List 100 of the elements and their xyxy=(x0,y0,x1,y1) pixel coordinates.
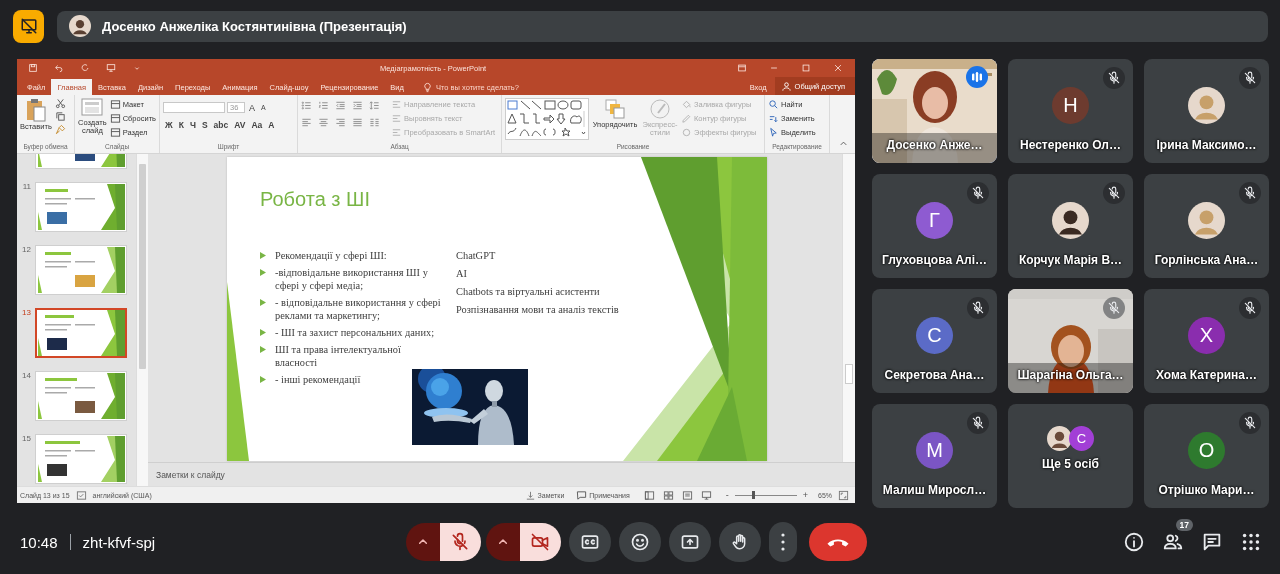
align-center-icon xyxy=(318,117,329,128)
spell-check-icon xyxy=(75,489,87,501)
participant-tile[interactable]: Корчук Марія В… xyxy=(1008,174,1133,278)
font-name-field[interactable] xyxy=(163,102,225,113)
comment-icon xyxy=(576,489,588,501)
pencil-icon xyxy=(681,112,692,124)
format-brush-icon xyxy=(54,124,66,135)
format-button[interactable]: Ж xyxy=(163,118,175,131)
slide-number: 13 xyxy=(21,308,31,319)
close-icon[interactable] xyxy=(833,63,843,73)
cursor-icon xyxy=(768,126,779,138)
zoom-in-button[interactable]: + xyxy=(802,490,808,500)
grow-font-button[interactable]: A xyxy=(247,101,257,114)
person-icon xyxy=(780,80,792,92)
meeting-details-button[interactable] xyxy=(1123,531,1145,553)
scrollbar[interactable] xyxy=(842,154,855,462)
present-button[interactable] xyxy=(668,522,711,562)
smartart-icon xyxy=(391,126,402,138)
justify-icon xyxy=(352,117,363,128)
participant-name: Глуховцова Алі… xyxy=(881,253,988,269)
slide-bullet: ШІ та права інтелектуальної власності xyxy=(275,343,402,369)
copy-icon xyxy=(54,111,66,122)
slide-text: AI xyxy=(456,267,467,280)
captions-button[interactable] xyxy=(568,522,611,562)
slide-bullet: - інші рекомендації xyxy=(275,373,362,386)
format-button[interactable]: К xyxy=(176,118,186,131)
participant-tile[interactable]: Х Хома Катерина… xyxy=(1144,289,1269,393)
microphone-button[interactable] xyxy=(439,523,481,561)
participant-tile[interactable]: Досенко Анже… xyxy=(872,59,997,163)
format-button[interactable]: abc xyxy=(211,118,231,131)
clock-time: 10:48 xyxy=(20,533,58,551)
participant-name: Корчук Марія В… xyxy=(1018,253,1123,269)
zoom-slider-thumb[interactable] xyxy=(751,491,755,499)
stop-presenting-button[interactable] xyxy=(13,9,44,43)
avatar: О xyxy=(1188,432,1225,469)
participant-name: Отрішко Мари… xyxy=(1158,483,1255,499)
participant-tile[interactable]: Ірина Максимо… xyxy=(1144,59,1269,163)
new-slide-icon xyxy=(81,98,104,118)
participant-tile[interactable]: Горлінська Ана… xyxy=(1144,174,1269,278)
bullet-arrow-icon xyxy=(260,269,266,276)
leave-call-button[interactable] xyxy=(808,523,867,561)
clipboard-icon xyxy=(24,98,47,122)
format-button[interactable]: Aa xyxy=(249,118,265,131)
reactions-button[interactable] xyxy=(618,522,661,562)
format-button[interactable]: A xyxy=(266,118,277,131)
participant-name: Досенко Анже… xyxy=(886,138,983,154)
layout-icon xyxy=(109,98,121,110)
slide-number: 12 xyxy=(21,245,31,256)
slide-bullet: -відповідальне використання ШІ у сфері у сфері медіа; xyxy=(275,266,429,292)
participant-tile[interactable]: М Малиш Миросл… xyxy=(872,404,997,508)
bullet-arrow-icon xyxy=(260,376,266,383)
avatar xyxy=(1047,426,1072,451)
search-icon xyxy=(768,98,779,110)
avatar xyxy=(1052,202,1089,239)
indent-icon xyxy=(352,100,363,111)
zoom-out-button[interactable]: - xyxy=(725,490,729,500)
save-icon[interactable] xyxy=(28,63,38,73)
slide-bullet: Рекомендації у сфері ШІ: xyxy=(275,249,388,262)
outdent-icon xyxy=(335,100,346,111)
scrollbar[interactable] xyxy=(136,154,148,486)
participant-count-badge: 17 xyxy=(1175,519,1193,531)
slideshow-view-icon xyxy=(700,489,712,501)
participant-name: Малиш Миросл… xyxy=(882,483,987,499)
columns-icon xyxy=(369,117,380,128)
participant-tile[interactable]: Н Нестеренко Ол… xyxy=(1008,59,1133,163)
participant-tile[interactable]: С Секретова Ана… xyxy=(872,289,997,393)
chat-button[interactable] xyxy=(1201,531,1223,553)
slide-thumbnail[interactable] xyxy=(35,308,127,358)
more-participants-tile[interactable]: С Ще 5 осіб xyxy=(1008,404,1133,508)
info-icon xyxy=(1123,531,1145,553)
camera-off-icon xyxy=(530,532,550,552)
zoom-slider[interactable] xyxy=(734,491,797,499)
camera-button[interactable] xyxy=(519,523,561,561)
raise-hand-button[interactable] xyxy=(718,522,761,562)
participant-tile[interactable]: Г Глуховцова Алі… xyxy=(872,174,997,278)
maximize-icon[interactable] xyxy=(801,63,811,73)
notes-field[interactable]: Заметки к слайду xyxy=(156,469,456,480)
bullet-arrow-icon xyxy=(260,329,266,336)
avatar: С xyxy=(1069,426,1094,451)
slide-title: Робота з ШІ xyxy=(260,187,370,211)
more-options-button[interactable] xyxy=(768,522,797,562)
mic-off-icon xyxy=(450,532,470,552)
shape-gallery[interactable] xyxy=(505,98,589,140)
participant-tile[interactable]: О Отрішко Мари… xyxy=(1144,404,1269,508)
redo-icon[interactable] xyxy=(80,63,90,73)
undo-icon[interactable] xyxy=(54,63,64,73)
format-button[interactable]: S xyxy=(199,118,210,131)
activities-button[interactable] xyxy=(1240,531,1262,553)
slide-text: ChatGPT xyxy=(456,249,496,262)
bullet-arrow-icon xyxy=(260,299,266,306)
participant-name: Нестеренко Ол… xyxy=(1020,138,1121,154)
captions-icon xyxy=(579,532,600,552)
slide-bullet: - відповідальне використання у сфері реклами та маркетингу; xyxy=(275,296,441,322)
format-button[interactable]: AV xyxy=(232,118,248,131)
bullet-list-icon xyxy=(301,100,312,111)
fit-slide-icon xyxy=(838,489,849,501)
ribbon-options-icon[interactable] xyxy=(737,63,747,73)
align-left-icon xyxy=(301,117,312,128)
slideshow-icon[interactable] xyxy=(106,63,116,73)
format-button[interactable]: Ч xyxy=(187,118,198,131)
